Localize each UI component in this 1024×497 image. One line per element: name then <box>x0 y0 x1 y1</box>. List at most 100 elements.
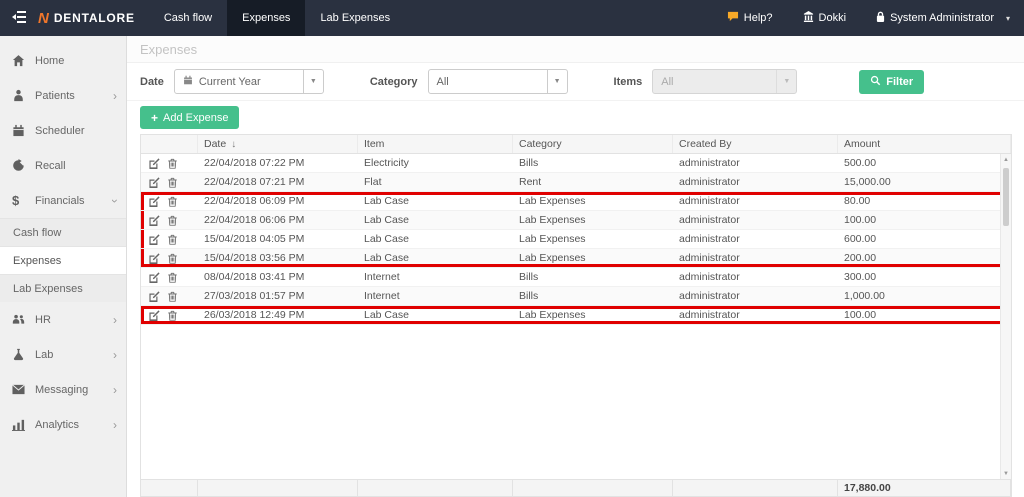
table-row-highlighted: 22/04/2018 06:09 PM Lab Case Lab Expense… <box>141 192 1011 211</box>
help-link[interactable]: Help? <box>727 11 773 25</box>
cell-amount: 100.00 <box>838 211 1011 229</box>
column-header-item[interactable]: Item <box>358 135 513 153</box>
delete-row-button[interactable] <box>167 215 178 226</box>
delete-row-button[interactable] <box>167 177 178 188</box>
topbar-nav-cash-flow[interactable]: Cash flow <box>149 0 227 36</box>
chevron-right-icon: › <box>113 89 117 103</box>
cell-category: Rent <box>513 173 673 191</box>
cell-amount: 300.00 <box>838 268 1011 286</box>
column-header-created-by[interactable]: Created By <box>673 135 838 153</box>
sidebar-item-analytics[interactable]: Analytics › <box>0 407 126 442</box>
footer-cell-category <box>513 480 673 496</box>
scroll-up-icon[interactable]: ▲ <box>1001 154 1011 165</box>
category-filter-value: All <box>437 76 449 88</box>
hr-icon <box>12 313 35 326</box>
edit-row-button[interactable] <box>149 272 160 283</box>
sidebar-item-recall[interactable]: Recall <box>0 148 126 183</box>
edit-row-button[interactable] <box>149 215 160 226</box>
page-title: Expenses <box>127 36 1024 63</box>
cell-created-by: administrator <box>673 173 838 191</box>
account-menu[interactable]: System Administrator ▾ <box>876 11 1010 26</box>
edit-row-button[interactable] <box>149 291 160 302</box>
user-link[interactable]: Dokki <box>803 11 847 25</box>
column-header-category[interactable]: Category <box>513 135 673 153</box>
total-amount: 17,880.00 <box>838 480 1011 496</box>
column-header-date[interactable]: Date↓ <box>198 135 358 153</box>
delete-row-button[interactable] <box>167 310 178 321</box>
delete-row-button[interactable] <box>167 253 178 264</box>
date-filter-select[interactable]: Current Year ▼ <box>174 69 324 94</box>
delete-row-button[interactable] <box>167 234 178 245</box>
delete-row-button[interactable] <box>167 196 178 207</box>
scrollbar-thumb[interactable] <box>1003 168 1009 226</box>
brand-name: DENTALORE <box>54 11 135 25</box>
sidebar-item-lab[interactable]: Lab › <box>0 337 126 372</box>
account-role-label: System Administrator <box>890 12 994 24</box>
add-expense-button[interactable]: + Add Expense <box>140 106 239 129</box>
category-filter-label: Category <box>370 76 418 88</box>
sidebar-item-financials[interactable]: $ Financials › <box>0 183 126 218</box>
analytics-icon <box>12 418 35 431</box>
plus-icon: + <box>151 111 158 125</box>
search-icon <box>870 75 881 89</box>
edit-row-button[interactable] <box>149 234 160 245</box>
sidebar-toggle-button[interactable] <box>0 0 38 36</box>
cell-date: 22/04/2018 07:22 PM <box>198 154 358 172</box>
cell-amount: 200.00 <box>838 249 1011 267</box>
footer-cell-date <box>198 480 358 496</box>
table-row: 22/04/2018 07:21 PM Flat Rent administra… <box>141 173 1011 192</box>
sidebar-item-patients[interactable]: Patients › <box>0 78 126 113</box>
cell-date: 22/04/2018 07:21 PM <box>198 173 358 191</box>
edit-row-button[interactable] <box>149 196 160 207</box>
sidebar-item-lab-expenses[interactable]: Lab Expenses <box>0 274 126 302</box>
topbar-nav: Cash flowExpensesLab Expenses <box>149 0 405 36</box>
edit-row-button[interactable] <box>149 158 160 169</box>
edit-row-button[interactable] <box>149 177 160 188</box>
cell-item: Lab Case <box>358 306 513 324</box>
edit-row-button[interactable] <box>149 310 160 321</box>
sidebar-toggle-icon <box>12 11 26 26</box>
brand-logo-icon: N <box>38 10 49 27</box>
scheduler-icon <box>12 124 35 137</box>
category-filter-select[interactable]: All ▼ <box>428 69 568 94</box>
date-filter-value: Current Year <box>199 76 261 88</box>
sidebar-item-scheduler[interactable]: Scheduler <box>0 113 126 148</box>
cell-item: Lab Case <box>358 249 513 267</box>
sidebar-item-messaging[interactable]: Messaging › <box>0 372 126 407</box>
topbar-nav-lab-expenses[interactable]: Lab Expenses <box>305 0 405 36</box>
cell-created-by: administrator <box>673 306 838 324</box>
items-filter-select: All ▼ <box>652 69 797 94</box>
delete-row-button[interactable] <box>167 272 178 283</box>
sidebar-item-expenses[interactable]: Expenses <box>0 246 126 274</box>
table-scrollbar[interactable]: ▲ ▼ <box>1000 154 1011 479</box>
brand[interactable]: N DENTALORE <box>38 10 135 27</box>
sidebar-item-hr[interactable]: HR › <box>0 302 126 337</box>
recall-icon <box>12 159 35 172</box>
table-footer: 17,880.00 <box>141 479 1011 496</box>
column-header-actions <box>141 135 198 153</box>
user-name: Dokki <box>819 12 847 24</box>
filter-button-label: Filter <box>886 76 913 88</box>
cell-created-by: administrator <box>673 268 838 286</box>
chevron-right-icon: › <box>113 313 117 327</box>
home-icon <box>12 54 35 67</box>
cell-created-by: administrator <box>673 287 838 305</box>
filter-button[interactable]: Filter <box>859 70 924 94</box>
topbar-nav-expenses[interactable]: Expenses <box>227 0 305 36</box>
cell-date: 22/04/2018 06:06 PM <box>198 211 358 229</box>
cell-item: Lab Case <box>358 211 513 229</box>
sidebar-item-cash-flow[interactable]: Cash flow <box>0 218 126 246</box>
scroll-down-icon[interactable]: ▼ <box>1001 468 1011 479</box>
messaging-icon <box>12 383 35 396</box>
cell-date: 15/04/2018 03:56 PM <box>198 249 358 267</box>
table-row: 08/04/2018 03:41 PM Internet Bills admin… <box>141 268 1011 287</box>
edit-row-button[interactable] <box>149 253 160 264</box>
delete-row-button[interactable] <box>167 158 178 169</box>
cell-category: Bills <box>513 154 673 172</box>
delete-row-button[interactable] <box>167 291 178 302</box>
column-header-amount[interactable]: Amount <box>838 135 1011 153</box>
chevron-right-icon: › <box>113 418 117 432</box>
cell-item: Internet <box>358 268 513 286</box>
topbar: N DENTALORE Cash flowExpensesLab Expense… <box>0 0 1024 36</box>
sidebar-item-home[interactable]: Home <box>0 43 126 78</box>
